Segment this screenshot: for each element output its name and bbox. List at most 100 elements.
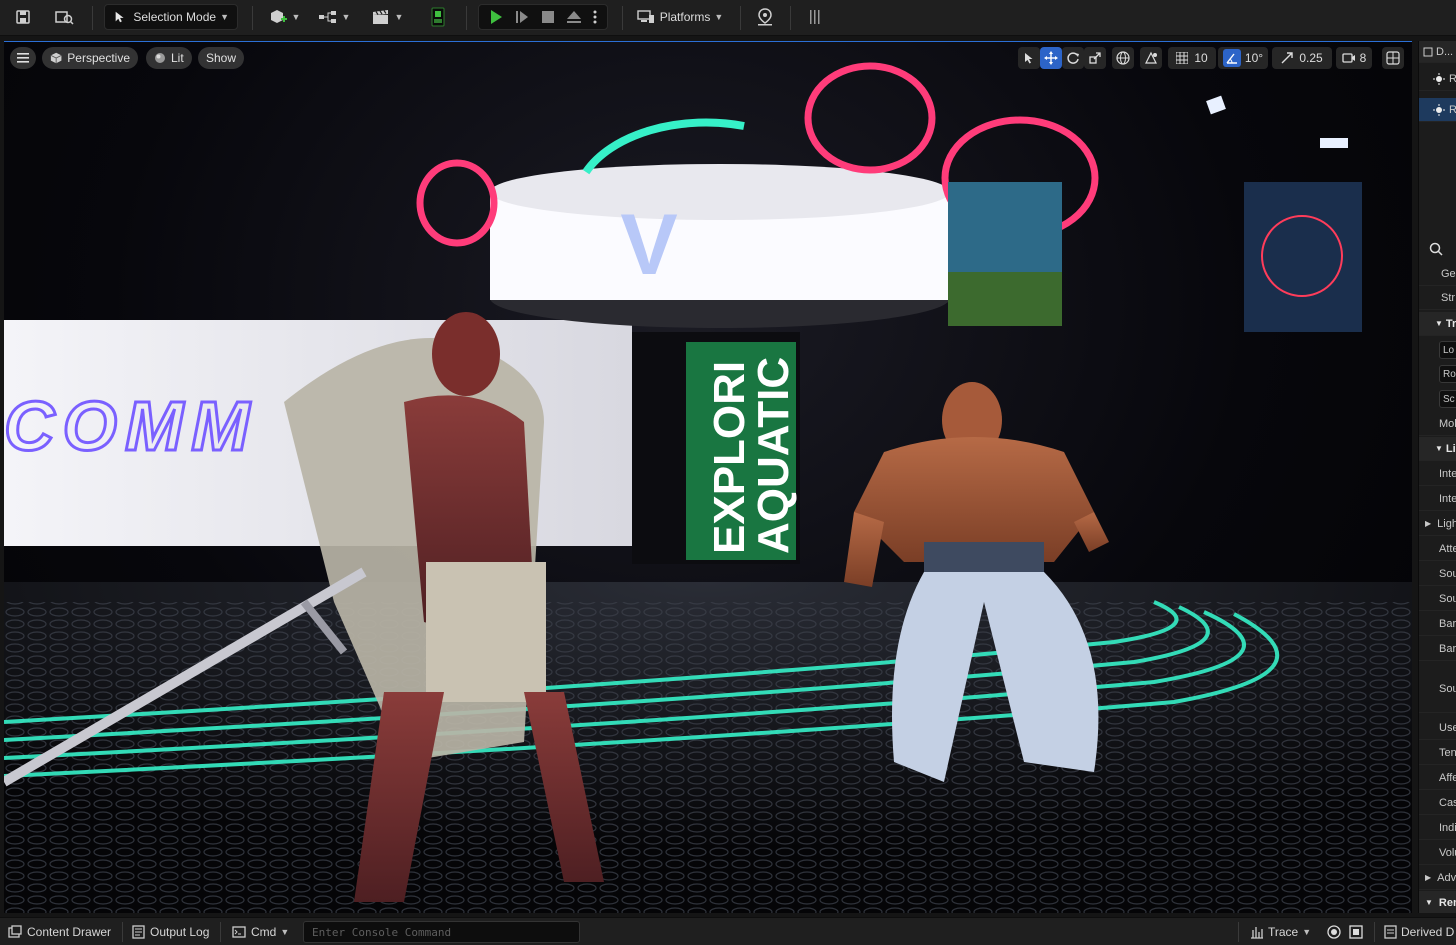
platforms-label: Platforms [659,10,711,24]
console-command-input[interactable] [303,921,580,943]
trace-label: Trace [1268,925,1299,939]
cinematics-button[interactable]: ▼ [368,4,406,30]
camera-speed-button[interactable]: 8 [1336,47,1372,69]
location-field[interactable]: Lo [1439,341,1456,359]
scale-snap-icon [1281,52,1294,64]
details-section-light[interactable]: ▼Ligh [1419,437,1456,461]
trace-dropdown[interactable]: Trace ▼ [1250,921,1311,943]
output-log-label: Output Log [150,925,210,939]
details-tab[interactable]: D... [1419,41,1456,63]
save-icon[interactable] [10,4,36,30]
scale-tool-icon[interactable] [1084,47,1106,69]
floor-pattern [4,602,1412,913]
details-filter-general[interactable]: Ger [1419,262,1456,286]
advanced-row[interactable]: ▶ Adv [1419,866,1456,890]
more-options-icon[interactable] [592,9,598,25]
toolbar-divider [252,6,253,30]
cursor-icon [115,11,124,23]
details-component-row[interactable]: R [1419,98,1456,122]
chevron-down-icon: ▼ [341,12,351,22]
lit-sphere-icon [155,53,165,63]
attenuation-row: Atte [1419,537,1456,561]
modeling-icon [431,7,445,27]
view-mode-dropdown[interactable]: Lit [146,47,192,69]
world-coordinates-icon[interactable] [1112,47,1134,69]
light-component-icon [1433,103,1445,116]
pillar-text: EXPLORI AQUATIC [705,357,798,554]
trace-icon [1251,927,1263,939]
chevron-down-icon: ▼ [291,12,301,22]
source-control-button[interactable] [752,4,778,30]
perspective-dropdown[interactable]: Perspective [42,47,138,69]
platforms-icon [636,10,654,23]
level-viewport[interactable]: COMM EXPLORI AQUATIC V Perspective Lit S… [4,41,1412,913]
ceiling-light [1206,95,1226,115]
light-color-row[interactable]: ▶ Ligh [1419,512,1456,536]
perspective-label: Perspective [67,51,130,65]
status-bar: Content Drawer Output Log Cmd ▼ Trace ▼ … [0,917,1456,945]
volumetric-scattering-row: Volu [1419,841,1456,865]
show-label: Show [206,51,237,65]
toolbar-divider [622,6,623,30]
viewport-options-button[interactable] [10,47,36,69]
step-icon[interactable] [514,9,530,25]
screenshot-icon[interactable] [1349,921,1363,943]
chevron-down-icon: ▼ [394,12,404,22]
select-tool-icon[interactable] [1018,47,1040,69]
content-drawer-icon [8,925,22,938]
details-section-rendering[interactable]: ▼Ren [1419,891,1456,913]
intensity-units-row: Inte [1419,487,1456,511]
derived-data-label: Derived D [1401,925,1455,939]
translate-tool-icon[interactable] [1040,47,1062,69]
lit-label: Lit [171,51,184,65]
surface-snapping-icon[interactable] [1140,47,1162,69]
cast-shadows-row: Cas [1419,791,1456,815]
angle-icon [1222,49,1241,67]
details-section-transform[interactable]: ▼Tra [1419,312,1456,336]
record-icon[interactable] [1327,921,1341,943]
add-actor-button[interactable]: ▼ [265,4,303,30]
sign-logo: V [620,197,677,293]
light-icon [1433,72,1445,85]
left-billboard-text: COMM [4,387,258,465]
output-log-button[interactable]: Output Log [132,921,209,943]
terminal-icon [232,926,246,938]
details-actor-row[interactable]: R [1419,67,1456,91]
source-texture-row: Sou [1419,665,1456,713]
details-panel: D... R R Ger Str ▼Tra Lo Ro Sc Mol ▼Ligh… [1418,41,1456,913]
platforms-dropdown[interactable]: Platforms ▼ [634,4,726,30]
viewport-layout-icon[interactable] [1382,47,1404,69]
output-log-icon [132,925,145,939]
blueprints-button[interactable]: ▼ [315,4,353,30]
grid-snap-value: 10 [1194,51,1208,65]
source-length-row: Sou [1419,587,1456,611]
cmd-dropdown[interactable]: Cmd ▼ [232,921,289,943]
blueprint-graph-icon [318,11,336,23]
details-search-row[interactable] [1419,237,1456,261]
play-icon[interactable] [488,9,504,25]
scale-snap-value: 0.25 [1299,51,1323,65]
scale-snap-toggle[interactable]: 0.25 [1272,47,1332,69]
modeling-mode-button[interactable] [424,4,452,30]
cube-icon [50,52,62,64]
selection-mode-dropdown[interactable]: Selection Mode ▼ [104,4,238,30]
rotation-field[interactable]: Ro [1439,365,1456,383]
browse-level-icon[interactable] [50,4,78,30]
stop-icon[interactable] [540,9,556,25]
derived-data-button[interactable]: Derived D [1384,921,1454,943]
rotate-tool-icon[interactable] [1062,47,1084,69]
details-filter-streaming[interactable]: Str [1419,286,1456,310]
toolbar-grip-icon[interactable] [804,4,826,30]
eject-icon[interactable] [566,9,582,25]
rotation-snap-toggle[interactable]: 10° [1218,47,1268,69]
content-drawer-button[interactable]: Content Drawer [8,921,111,943]
content-drawer-label: Content Drawer [27,925,112,939]
show-dropdown[interactable]: Show [198,47,244,69]
scale-field[interactable]: Sc [1439,390,1456,408]
chevron-down-icon: ▼ [1302,927,1312,937]
toolbar-divider [740,6,741,30]
statusbar-divider [122,922,123,942]
grid-snap-toggle[interactable]: 10 [1168,47,1216,69]
toolbar-divider [790,6,791,30]
svg-text:EXPLORI: EXPLORI [705,361,754,554]
